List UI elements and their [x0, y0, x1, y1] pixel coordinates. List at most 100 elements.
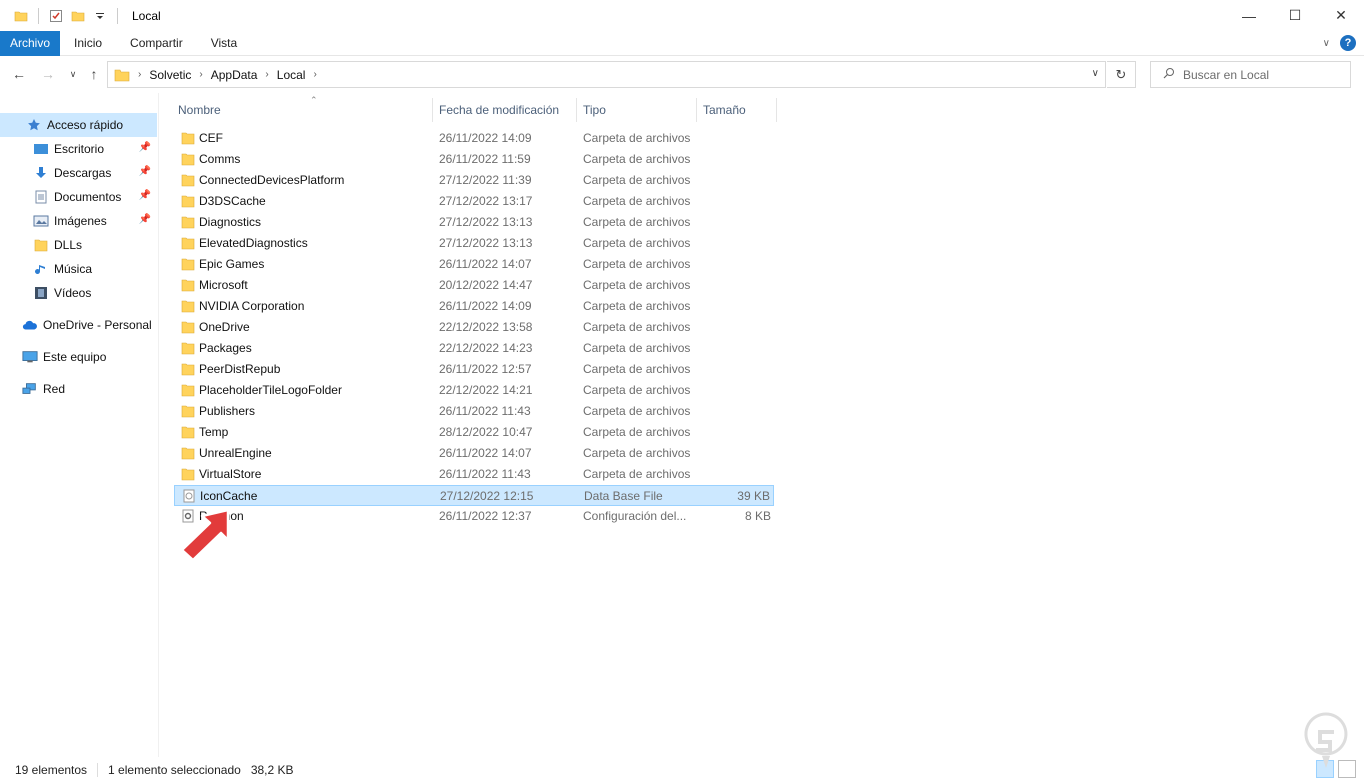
sidebar-item-descargas[interactable]: Descargas 📌: [0, 161, 157, 185]
file-row[interactable]: PlaceholderTileLogoFolder 22/12/2022 14:2…: [174, 380, 774, 401]
pin-icon[interactable]: 📌: [139, 166, 151, 177]
file-date: 26/11/2022 12:57: [439, 362, 532, 376]
folder-icon: [181, 131, 195, 145]
database-file-icon: [182, 489, 196, 503]
file-date: 27/12/2022 11:39: [439, 173, 532, 187]
close-button[interactable]: ✕: [1318, 0, 1364, 31]
search-input[interactable]: [1183, 67, 1333, 82]
file-date: 26/11/2022 14:07: [439, 446, 532, 460]
file-row[interactable]: D3DSCache 27/12/2022 13:17 Carpeta de arch…: [174, 191, 774, 212]
file-row[interactable]: NVIDIA Corporation 26/11/2022 14:09 Carpet…: [174, 296, 774, 317]
folder-icon: [181, 383, 195, 397]
file-date: 26/11/2022 14:07: [439, 257, 532, 271]
file-row[interactable]: OneDrive 22/12/2022 13:58 Carpeta de archi…: [174, 317, 774, 338]
file-row[interactable]: Microsoft 20/12/2022 14:47 Carpeta de arch…: [174, 275, 774, 296]
file-type: Carpeta de archivos: [583, 404, 691, 418]
window-title: Local: [132, 8, 161, 23]
sidebar-item-label: Imágenes: [54, 214, 107, 228]
column-header-fecha[interactable]: Fecha de modificación: [433, 98, 577, 122]
pin-icon[interactable]: 📌: [139, 142, 151, 153]
file-row[interactable]: Temp 28/12/2022 10:47 Carpeta de archivos: [174, 422, 774, 443]
file-row[interactable]: IconCache 27/12/2022 12:15 Data Base File 3…: [174, 485, 774, 506]
address-dropdown-icon[interactable]: ∨: [1092, 68, 1099, 79]
file-row[interactable]: Resmon26/11/2022 12:37Configuración del.…: [174, 506, 774, 527]
file-date: 27/12/2022 13:13: [439, 236, 533, 250]
expand-ribbon-icon[interactable]: ∨: [1323, 38, 1330, 49]
sidebar-item-dlls[interactable]: DLLs: [0, 233, 157, 257]
tab-archivo[interactable]: Archivo: [0, 30, 61, 56]
sidebar-item-onedrive[interactable]: OneDrive - Personal: [0, 313, 157, 337]
forward-arrow-icon[interactable]: →: [39, 65, 57, 83]
file-date: 26/11/2022 11:43: [439, 404, 531, 418]
breadcrumb-separator: ›: [265, 69, 269, 80]
new-folder-icon[interactable]: [67, 5, 89, 27]
folder-icon: [181, 299, 195, 313]
file-name: Comms: [199, 152, 241, 166]
refresh-icon: ↻: [1115, 66, 1127, 82]
file-row[interactable]: ConnectedDevicesPlatform 27/12/2022 11:39…: [174, 170, 774, 191]
solvetic-logo: [1304, 712, 1348, 768]
file-row[interactable]: VirtualStore 26/11/2022 11:43 Carpeta de a…: [174, 464, 774, 485]
tab-inicio[interactable]: Inicio: [60, 31, 116, 56]
file-name: PeerDistRepub: [199, 362, 281, 376]
file-date: 20/12/2022 14:47: [439, 278, 533, 292]
file-row[interactable]: Publishers 26/11/2022 11:43 Carpeta de arc…: [174, 401, 774, 422]
refresh-button[interactable]: ↻: [1107, 61, 1136, 88]
sidebar-item-acceso-rapido[interactable]: Acceso rápido: [0, 113, 157, 137]
back-arrow-icon[interactable]: ←: [10, 65, 28, 83]
file-row[interactable]: Comms 26/11/2022 11:59 Carpeta de archivos: [174, 149, 774, 170]
breadcrumb-separator: ›: [138, 69, 142, 80]
column-header-tipo[interactable]: Tipo: [577, 98, 697, 122]
column-header-nombre[interactable]: Nombre ⌃: [172, 95, 433, 122]
tab-compartir[interactable]: Compartir: [116, 31, 197, 56]
file-type: Carpeta de archivos: [583, 362, 691, 376]
sidebar-item-imagenes[interactable]: Imágenes 📌: [0, 209, 157, 233]
cloud-icon: [22, 317, 38, 333]
pin-icon[interactable]: 📌: [139, 214, 151, 225]
minimize-button[interactable]: —: [1226, 0, 1272, 31]
file-type: Carpeta de archivos: [583, 320, 691, 334]
folder-icon[interactable]: [10, 5, 32, 27]
breadcrumb-solvetic[interactable]: Solvetic: [149, 68, 191, 82]
file-size: 8 KB: [744, 509, 771, 523]
file-list: Nombre ⌃ Fecha de modificación Tipo Tama…: [160, 93, 1364, 757]
folder-icon: [114, 67, 130, 83]
up-arrow-icon[interactable]: ↑: [85, 65, 103, 83]
column-header-tamano[interactable]: Tamaño: [697, 98, 777, 122]
customize-dropdown-icon[interactable]: [89, 5, 111, 27]
sidebar-item-red[interactable]: Red: [0, 377, 157, 401]
file-name: Temp: [199, 425, 229, 439]
file-row[interactable]: Packages 22/12/2022 14:23 Carpeta de archi…: [174, 338, 774, 359]
address-bar[interactable]: › Solvetic › AppData › Local › ∨: [107, 61, 1106, 88]
file-type: Carpeta de archivos: [583, 215, 691, 229]
folder-icon: [181, 320, 195, 334]
file-row[interactable]: CEF 26/11/2022 14:09 Carpeta de archivos: [174, 128, 774, 149]
properties-icon[interactable]: [45, 5, 67, 27]
file-row[interactable]: UnrealEngine 26/11/2022 14:07 Carpeta de a…: [174, 443, 774, 464]
folder-icon: [181, 278, 195, 292]
file-name: CEF: [199, 131, 223, 145]
sidebar-item-videos[interactable]: Vídeos: [0, 281, 157, 305]
file-date: 26/11/2022 12:37: [439, 509, 532, 523]
folder-icon: [181, 425, 195, 439]
sidebar-item-escritorio[interactable]: Escritorio 📌: [0, 137, 157, 161]
sidebar-item-documentos[interactable]: Documentos 📌: [0, 185, 157, 209]
file-type: Carpeta de archivos: [583, 194, 691, 208]
sidebar-item-label: Música: [54, 262, 93, 276]
pin-icon[interactable]: 📌: [139, 190, 151, 201]
file-row[interactable]: PeerDistRepub 26/11/2022 12:57 Carpeta de …: [174, 359, 774, 380]
help-button[interactable]: ?: [1340, 35, 1356, 51]
recent-locations-chevron-icon[interactable]: ∨: [64, 65, 82, 83]
sidebar-item-musica[interactable]: Música: [0, 257, 157, 281]
maximize-button[interactable]: ☐: [1272, 0, 1318, 31]
sidebar-item-este-equipo[interactable]: Este equipo: [0, 345, 157, 369]
tab-vista[interactable]: Vista: [197, 31, 251, 56]
search-box[interactable]: [1150, 61, 1351, 88]
breadcrumb-local[interactable]: Local: [277, 68, 306, 82]
file-row[interactable]: ElevatedDiagnostics 27/12/2022 13:13 Carpe…: [174, 233, 774, 254]
file-row[interactable]: Diagnostics 27/12/2022 13:13 Carpeta de ar…: [174, 212, 774, 233]
file-row[interactable]: Epic Games 26/11/2022 14:07 Carpeta de arc…: [174, 254, 774, 275]
breadcrumb-appdata[interactable]: AppData: [211, 68, 258, 82]
file-type: Carpeta de archivos: [583, 383, 691, 397]
file-name: Microsoft: [199, 278, 248, 292]
